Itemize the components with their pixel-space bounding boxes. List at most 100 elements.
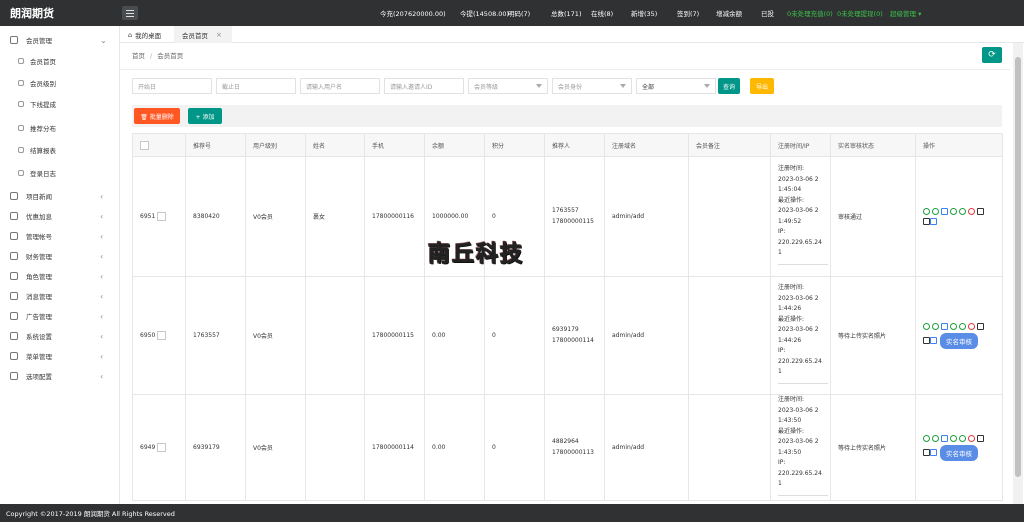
lock-icon[interactable] (950, 322, 957, 330)
wifi-icon[interactable] (959, 434, 966, 442)
member-identity-select[interactable]: 会员身份 (552, 78, 632, 94)
pencil-icon[interactable] (977, 434, 984, 442)
batch-delete-button[interactable]: 🗑 批量删除 (134, 108, 180, 124)
menu-icon (10, 212, 18, 220)
add-button[interactable]: + 添加 (188, 108, 222, 124)
sidebar-item-0[interactable]: 会员管理 ⌄ (0, 30, 120, 50)
shield-icon[interactable] (932, 322, 939, 330)
realname-review-button[interactable]: 实名审核 (940, 332, 978, 349)
sidebar-item-14[interactable]: 系统设置 ‹ (0, 326, 120, 346)
chevron-left-icon: ‹ (100, 211, 104, 221)
realname-review-button[interactable]: 实名审核 (940, 444, 978, 461)
note-cell (688, 276, 771, 395)
sidebar-item-2[interactable]: 会员级别 (0, 73, 120, 93)
top-stat-8[interactable]: 已投 (761, 8, 774, 18)
wifi-icon[interactable] (959, 322, 966, 330)
row-checkbox[interactable] (157, 443, 167, 452)
close-icon[interactable]: × (216, 31, 222, 39)
start-date-input[interactable]: 开始日 (132, 78, 212, 94)
phone-number-cell: 17800000115 (364, 276, 425, 395)
row-checkbox[interactable] (157, 331, 167, 340)
sidebar-item-3[interactable]: 下线提成 (0, 94, 120, 114)
tab-bar: ⌂ 我的桌面 会员首页 × (120, 26, 1024, 43)
referral-code: 1763557 (193, 332, 220, 339)
lock-icon[interactable] (950, 434, 957, 442)
top-stat-11[interactable]: 超级管理 ▾ (890, 8, 921, 18)
top-stat-10[interactable]: 0未处理提现(0) (837, 8, 883, 18)
row-checkbox[interactable] (157, 212, 167, 221)
lock-icon[interactable] (950, 208, 957, 215)
tab-my-desktop[interactable]: ⌂ 我的桌面 (120, 26, 174, 43)
info-icon[interactable] (923, 322, 930, 330)
sidebar-item-12[interactable]: 消息管理 ‹ (0, 286, 120, 306)
search-icon[interactable] (941, 322, 948, 330)
sidebar-item-1[interactable]: 会员首页 (0, 51, 120, 71)
scope-select[interactable]: 全部 (636, 78, 716, 94)
inviter-id-input[interactable]: 请输入邀请人ID (384, 78, 464, 94)
status-cell: 审核通过 (830, 156, 916, 277)
top-stat-5[interactable]: 新增(35) (631, 8, 657, 18)
sidebar-item-7[interactable]: 项目新闻 ‹ (0, 186, 120, 206)
member-level-select[interactable]: 会员等级 (468, 78, 548, 94)
sidebar-item-11[interactable]: 角色管理 ‹ (0, 266, 120, 286)
user-name-cell: 裹女 (305, 156, 365, 277)
search-icon[interactable] (930, 337, 937, 344)
sidebar-item-4[interactable]: 推荐分布 (0, 118, 120, 138)
dollar-icon[interactable] (968, 208, 975, 215)
dollar-icon[interactable] (968, 322, 975, 330)
sidebar-item-16[interactable]: 选项配置 ‹ (0, 366, 120, 386)
search-icon[interactable] (930, 449, 937, 456)
sidebar-item-5[interactable]: 结算报表 (0, 140, 120, 160)
note-cell (688, 156, 771, 277)
watermark-logo: 南丘科技 (428, 241, 525, 268)
top-stat-4[interactable]: 在线(8) (591, 8, 613, 18)
sidebar-item-13[interactable]: 广告管理 ‹ (0, 306, 120, 326)
select-all-checkbox[interactable] (140, 140, 149, 150)
user-level: V0会员 (253, 445, 273, 452)
info-icon[interactable] (923, 208, 930, 215)
scrollbar[interactable] (1013, 43, 1023, 504)
sidebar-item-8[interactable]: 优惠加息 ‹ (0, 206, 120, 226)
search-button[interactable]: 查询 (718, 78, 740, 94)
domain-cell: admin/add (604, 394, 689, 501)
top-stat-3[interactable]: 总数(171) (551, 8, 581, 18)
points-cell: 0 (484, 276, 545, 395)
refresh-button[interactable]: ⟳ (982, 47, 1002, 63)
top-stat-0[interactable]: 今充(207620000.00) (380, 8, 446, 18)
wifi-icon[interactable] (959, 208, 966, 215)
sidebar-item-9[interactable]: 管理帐号 ‹ (0, 226, 120, 246)
menu-toggle-button[interactable] (122, 6, 138, 20)
top-stat-7[interactable]: 增减余额 (716, 8, 742, 18)
export-button[interactable]: 导出 (750, 78, 774, 94)
scope-value: 全部 (642, 83, 655, 91)
search-icon[interactable] (941, 434, 948, 442)
row-id: 6950 (140, 332, 156, 339)
sidebar-item-10[interactable]: 财务管理 ‹ (0, 246, 120, 266)
shield-icon[interactable] (932, 208, 939, 215)
end-date-input[interactable]: 截止日 (216, 78, 296, 94)
member-level-value: 会员等级 (474, 83, 499, 91)
trash-icon[interactable] (923, 337, 930, 344)
search-icon[interactable] (930, 218, 937, 225)
top-stat-6[interactable]: 签到(7) (677, 8, 699, 18)
dollar-icon[interactable] (968, 434, 975, 442)
pencil-icon[interactable] (977, 322, 984, 330)
shield-icon[interactable] (932, 434, 939, 442)
info-icon[interactable] (923, 434, 930, 442)
username-input[interactable]: 请输入用户名 (300, 78, 380, 94)
tab-member-home[interactable]: 会员首页 × (174, 26, 232, 43)
top-stat-2[interactable]: 明码(7) (508, 8, 530, 18)
sidebar-item-6[interactable]: 登录日志 (0, 163, 120, 183)
scroll-thumb[interactable] (1015, 57, 1021, 477)
top-stat-9[interactable]: 0未处理充值(0) (787, 8, 833, 18)
trash-icon[interactable] (923, 218, 930, 225)
top-stat-1[interactable]: 今提(14508.00) (460, 8, 509, 18)
trash-icon[interactable] (923, 449, 930, 456)
breadcrumb-home[interactable]: 首页 (132, 52, 145, 60)
points: 0 (492, 213, 496, 220)
select-all-header[interactable] (132, 133, 186, 157)
search-icon[interactable] (941, 208, 948, 215)
pencil-icon[interactable] (977, 208, 984, 215)
sidebar-item-15[interactable]: 菜单管理 ‹ (0, 346, 120, 366)
chevron-left-icon: ‹ (100, 351, 104, 361)
